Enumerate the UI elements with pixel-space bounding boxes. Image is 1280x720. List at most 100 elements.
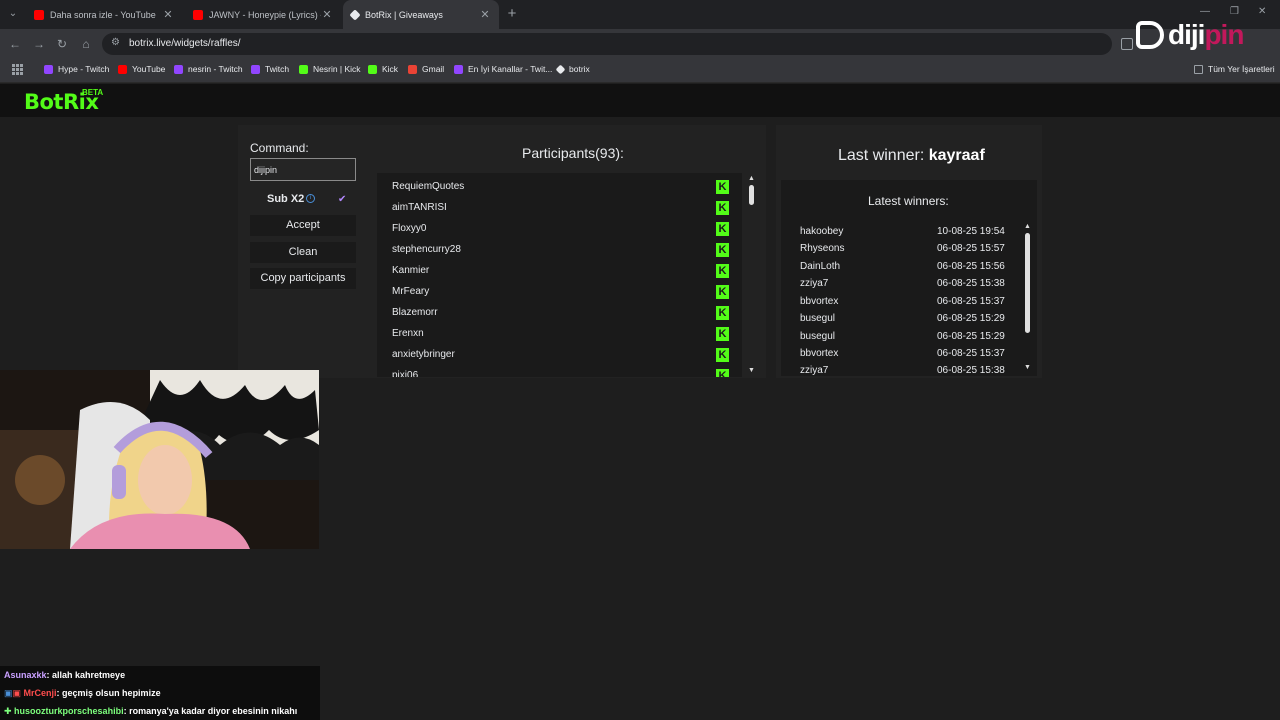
bookmark-youtube[interactable]: YouTube — [118, 64, 165, 74]
translate-icon[interactable] — [1121, 38, 1133, 50]
winner-name: busegul — [800, 331, 836, 342]
copy-participants-button[interactable]: Copy participants — [250, 268, 356, 289]
participant-name: pixi06 — [392, 370, 419, 377]
dijipin-stream-logo: dijipin — [1136, 18, 1266, 52]
participant-name: aimTANRISI — [392, 202, 447, 213]
bookmark-twitch[interactable]: Twitch — [251, 64, 289, 74]
participant-row[interactable]: Erenxn K — [377, 322, 742, 343]
command-input[interactable] — [250, 158, 356, 181]
participant-row[interactable]: Blazemorr K — [377, 301, 742, 322]
reload-icon[interactable]: ↻ — [53, 35, 71, 53]
scroll-down-arrow-icon[interactable]: ▼ — [748, 367, 755, 374]
info-icon[interactable]: i — [306, 194, 315, 203]
twitch-icon — [454, 64, 463, 74]
scrollbar-thumb[interactable] — [1025, 233, 1030, 333]
participant-name: RequiemQuotes — [392, 181, 465, 192]
tab-title: Daha sonra izle - YouTube — [50, 9, 156, 20]
tab-title: JAWNY - Honeypie (Lyrics) - Yo — [209, 9, 321, 20]
winner-name: busegul — [800, 313, 836, 324]
tab-botrix-giveaways[interactable]: BotRix | Giveaways ✕ — [343, 0, 499, 29]
winner-name: hakoobey — [800, 226, 844, 237]
gmail-icon — [408, 64, 417, 74]
site-info-icon[interactable]: ⚙ — [111, 37, 120, 48]
minimize-window-icon[interactable]: — — [1200, 6, 1210, 17]
chat-username: Asunaxkk — [4, 670, 47, 680]
latest-winners-title: Latest winners: — [868, 194, 949, 208]
tab-jawny-honeypie[interactable]: JAWNY - Honeypie (Lyrics) - Yo ✕ — [185, 0, 341, 29]
scroll-up-arrow-icon[interactable]: ▲ — [1024, 223, 1031, 230]
bookmark-nesrin-twitch[interactable]: nesrin - Twitch — [174, 64, 243, 74]
kick-icon: K — [716, 327, 729, 341]
kick-icon: K — [716, 264, 729, 278]
bookmarks-bar: Hype - Twitch YouTube nesrin - Twitch Tw… — [0, 59, 1280, 83]
botrix-favicon-icon — [555, 64, 566, 74]
participant-row[interactable]: RequiemQuotes K — [377, 175, 742, 196]
close-tab-icon[interactable]: ✕ — [479, 8, 491, 21]
participant-row[interactable]: Floxyy0 K — [377, 217, 742, 238]
scroll-up-arrow-icon[interactable]: ▲ — [748, 175, 755, 182]
folder-icon — [1194, 64, 1203, 74]
participant-row[interactable]: Kanmier K — [377, 259, 742, 280]
badge-icon: ▣ — [4, 688, 13, 698]
participant-name: MrFeary — [392, 286, 430, 297]
home-icon[interactable]: ⌂ — [77, 35, 95, 53]
participant-row[interactable]: pixi06 K — [377, 364, 742, 377]
bookmark-hype-twitch[interactable]: Hype - Twitch — [44, 64, 109, 74]
chat-message: ✚ husoozturkporschesahibi: romanya'ya ka… — [0, 702, 320, 720]
winner-name: zziya7 — [800, 278, 829, 289]
maximize-window-icon[interactable]: ❐ — [1230, 6, 1239, 17]
bookmark-kick[interactable]: Kick — [368, 64, 398, 74]
chat-message: ▣▣ MrCenji: geçmiş olsun hepimize — [0, 684, 320, 702]
scrollbar-thumb[interactable] — [749, 185, 754, 205]
kick-icon: K — [716, 222, 729, 236]
forward-arrow-icon[interactable]: → — [30, 35, 48, 53]
close-tab-icon[interactable]: ✕ — [321, 8, 333, 21]
all-bookmarks-folder[interactable]: Tüm Yer İşaretleri — [1194, 64, 1275, 74]
clean-button[interactable]: Clean — [250, 242, 356, 263]
sub-x2-option[interactable]: Sub X2 i ✔ — [250, 190, 356, 208]
botrix-favicon-icon — [349, 8, 361, 21]
badge-icon: ▣ — [12, 688, 24, 698]
bookmark-botrix[interactable]: botrix — [555, 64, 590, 74]
participants-list: RequiemQuotes K aimTANRISI K Floxyy0 K step… — [377, 173, 742, 377]
browser-tab-bar: ⌄ Daha sonra izle - YouTube ✕ JAWNY - Ho… — [0, 0, 1280, 29]
kick-icon: K — [716, 201, 729, 215]
close-tab-icon[interactable]: ✕ — [162, 8, 174, 21]
scroll-down-arrow-icon[interactable]: ▼ — [1024, 364, 1031, 371]
bookmark-gmail[interactable]: Gmail — [408, 64, 444, 74]
close-window-icon[interactable]: ✕ — [1258, 6, 1266, 17]
twitch-icon — [174, 64, 183, 74]
command-label: Command: — [250, 141, 309, 155]
url-text: botrix.live/widgets/raffles/ — [129, 38, 241, 49]
sub-x2-label: Sub X2 — [267, 193, 305, 205]
twitch-icon — [251, 64, 260, 74]
tab-youtube-watch-later[interactable]: Daha sonra izle - YouTube ✕ — [26, 0, 182, 29]
tab-search-chevron-icon[interactable]: ⌄ — [5, 6, 21, 22]
winners-scrollbar[interactable]: ▲ ▼ — [1024, 221, 1031, 375]
apps-grid-icon[interactable] — [12, 64, 23, 75]
checkmark-icon[interactable]: ✔ — [338, 194, 346, 205]
participant-row[interactable]: MrFeary K — [377, 280, 742, 301]
bookmark-nesrin-kick[interactable]: Nesrin | Kick — [299, 64, 361, 74]
youtube-icon — [193, 9, 203, 20]
kick-icon: K — [716, 180, 729, 194]
winner-name: Rhyseons — [800, 243, 845, 254]
accept-button[interactable]: Accept — [250, 215, 356, 236]
winner-date: 06-08-25 15:29 — [937, 331, 1005, 342]
address-bar[interactable]: ⚙ botrix.live/widgets/raffles/ — [102, 33, 1112, 55]
winner-date: 06-08-25 15:56 — [937, 261, 1005, 272]
participant-row[interactable]: anxietybringer K — [377, 343, 742, 364]
winner-date: 06-08-25 15:38 — [937, 365, 1005, 375]
chat-username: husoozturkporschesahibi — [14, 706, 124, 716]
participant-row[interactable]: stephencurry28 K — [377, 238, 742, 259]
chat-username: MrCenji — [23, 688, 57, 698]
back-arrow-icon[interactable]: ← — [6, 35, 24, 53]
participant-name: anxietybringer — [392, 349, 455, 360]
participant-row[interactable]: aimTANRISI K — [377, 196, 742, 217]
participants-scrollbar[interactable]: ▲ ▼ — [748, 173, 755, 377]
winner-date: 06-08-25 15:57 — [937, 243, 1005, 254]
bookmark-en-iyi-kanallar[interactable]: En İyi Kanallar - Twit... — [454, 64, 552, 74]
last-winner-heading: Last winner: kayraaf — [838, 147, 985, 165]
winner-row: zziya7 06-08-25 15:38 — [800, 278, 1015, 289]
new-tab-plus-icon[interactable]: + — [504, 4, 520, 24]
